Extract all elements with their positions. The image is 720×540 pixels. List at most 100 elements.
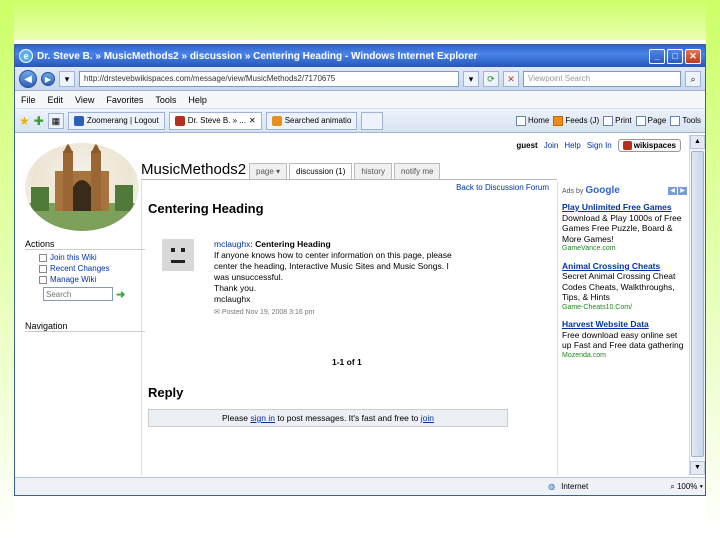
back-to-forum-link[interactable]: Back to Discussion Forum [456, 183, 549, 192]
wiki-search-input[interactable] [43, 287, 113, 301]
page-title: Centering Heading [148, 201, 264, 216]
wiki-title[interactable]: MusicMethods2 [141, 161, 246, 178]
address-input[interactable]: http://drstevebwikispaces.com/message/vi… [79, 70, 459, 87]
ads-column: Ads by Google ◀ ▶ Play Unlimited Free Gam… [557, 181, 687, 475]
scroll-thumb[interactable] [691, 151, 704, 457]
refresh-icon[interactable]: ⟳ [483, 70, 499, 87]
join-link[interactable]: Join [544, 141, 559, 150]
tab-page[interactable]: page ▾ [249, 163, 288, 179]
zoomerang-icon [73, 115, 84, 126]
vertical-scrollbar[interactable]: ▲ ▼ [689, 135, 705, 475]
search-go-arrow-icon[interactable]: ➜ [116, 288, 125, 301]
post-subject: Centering Heading [255, 239, 331, 249]
page-icon [635, 115, 646, 126]
join-icon [39, 253, 47, 262]
print-button[interactable]: Print [603, 115, 632, 126]
add-favorites-icon[interactable]: ✚ [34, 114, 44, 128]
tab-notify-me[interactable]: notify me [393, 163, 441, 179]
page-button[interactable]: Page [635, 115, 666, 126]
ie-icon: e [19, 49, 33, 63]
status-zone: Internet [561, 482, 589, 491]
google-logo[interactable]: Google [585, 185, 619, 196]
recent-pages-button[interactable]: ▾ [59, 70, 75, 87]
search-icon[interactable]: ⌕ [685, 70, 701, 87]
slide-left-band [0, 0, 14, 540]
address-bar: ◀ ▶ ▾ http://drstevebwikispaces.com/mess… [15, 67, 705, 91]
actions-heading: Actions [25, 239, 145, 250]
reply-heading: Reply [148, 385, 184, 400]
maximize-button[interactable]: □ [667, 48, 683, 64]
menu-file[interactable]: File [21, 95, 36, 105]
ad-prev-icon[interactable]: ◀ [668, 186, 677, 195]
manage-wiki-icon [39, 275, 47, 284]
discussion-panel: Back to Discussion Forum Centering Headi… [141, 181, 557, 475]
scroll-up-icon[interactable]: ▲ [690, 135, 705, 149]
close-button[interactable]: ✕ [685, 48, 701, 64]
minimize-button[interactable]: _ [649, 48, 665, 64]
search-input[interactable]: Viewpoint Search [523, 70, 681, 87]
reply-sign-in-link[interactable]: sign in [250, 413, 275, 423]
feeds-button[interactable]: Feeds (J) [553, 115, 599, 126]
tab-bar: ★ ✚ ▦ Zoomerang | Logout Dr. Steve B. » … [15, 109, 705, 133]
help-link[interactable]: Help [564, 141, 580, 150]
tools-button[interactable]: Tools [670, 115, 701, 126]
menu-help[interactable]: Help [188, 95, 207, 105]
sign-in-link[interactable]: Sign In [587, 141, 612, 150]
home-button[interactable]: Home [516, 115, 549, 126]
search-tab-icon [271, 115, 282, 126]
ad-item[interactable]: Animal Crossing Cheats Secret Animal Cro… [562, 261, 687, 314]
ad-next-icon[interactable]: ▶ [678, 186, 687, 195]
pager-label: 1-1 of 1 [332, 357, 362, 367]
wiki-logo-image [25, 143, 139, 231]
new-tab[interactable] [361, 111, 384, 130]
ad-item[interactable]: Harvest Website Data Free download easy … [562, 319, 687, 361]
tab-history[interactable]: history [354, 163, 392, 179]
favorites-star-icon[interactable]: ★ [19, 114, 30, 128]
sidebar-item-recent-changes[interactable]: Recent Changes [39, 264, 145, 273]
rss-icon [553, 115, 564, 126]
post-line: center the heading, Interactive Music Si… [214, 261, 449, 271]
guest-label: guest [516, 141, 538, 151]
forward-button[interactable]: ▶ [41, 71, 55, 86]
sidebar-item-join[interactable]: Join this Wiki [39, 253, 145, 262]
reply-join-link[interactable]: join [421, 413, 434, 423]
scroll-down-icon[interactable]: ▼ [690, 461, 705, 475]
ad-item[interactable]: Play Unlimited Free Games Download & Pla… [562, 202, 687, 255]
wikispaces-icon [622, 141, 632, 151]
tab-wiki[interactable]: Dr. Steve B. » ... ✕ [168, 111, 262, 130]
tab-discussion[interactable]: discussion (1) [289, 163, 353, 180]
stop-icon[interactable]: ✕ [503, 70, 519, 87]
post-line: mclaughx [214, 294, 251, 304]
print-icon [603, 115, 614, 126]
ads-by-label: Ads by [562, 188, 584, 195]
address-dropdown-icon[interactable]: ▾ [463, 70, 479, 87]
wikispaces-tab-icon [174, 115, 185, 126]
post-author-link[interactable]: mclaughx [214, 239, 250, 249]
menu-bar: File Edit View Favorites Tools Help [15, 91, 705, 109]
tab-zoomerang[interactable]: Zoomerang | Logout [67, 111, 165, 130]
navigation-heading: Navigation [25, 321, 145, 332]
tab-label: Dr. Steve B. » ... [187, 116, 246, 125]
tab-divider [141, 179, 557, 180]
quick-tabs-icon[interactable]: ▦ [47, 112, 64, 129]
menu-view[interactable]: View [75, 95, 94, 105]
wiki-tabs: page ▾ discussion (1) history notify me [249, 163, 441, 180]
slide-right-band [706, 0, 720, 540]
zone-globe-icon: ◍ [548, 482, 556, 491]
home-icon [516, 115, 527, 126]
tab-search[interactable]: Searched animatio [265, 111, 358, 130]
sidebar-item-manage-wiki[interactable]: Manage Wiki [39, 275, 145, 284]
zoom-level[interactable]: ⌕ 100% ▾ [670, 482, 703, 492]
back-button[interactable]: ◀ [19, 69, 37, 88]
browser-window: e Dr. Steve B. » MusicMethods2 » discuss… [14, 44, 706, 496]
wiki-sidebar: Actions Join this Wiki Recent Changes Ma… [25, 239, 145, 332]
wikispaces-logo[interactable]: wikispaces [617, 139, 681, 153]
status-bar: ◍ Internet ⌕ 100% ▾ [15, 477, 705, 495]
reply-box: Please sign in to post messages. It's fa… [148, 409, 508, 427]
menu-favorites[interactable]: Favorites [106, 95, 143, 105]
post-line: was unsuccessful. [214, 272, 283, 282]
menu-edit[interactable]: Edit [48, 95, 64, 105]
tools-gear-icon [670, 115, 681, 126]
menu-tools[interactable]: Tools [155, 95, 176, 105]
tab-close-icon[interactable]: ✕ [249, 116, 256, 125]
